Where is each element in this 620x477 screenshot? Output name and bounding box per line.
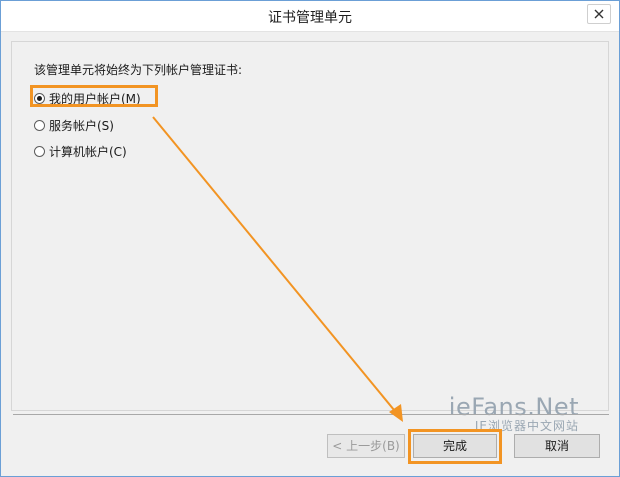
certificate-snapin-dialog: 证书管理单元 该管理单元将始终为下列帐户管理证书: 我的用户帐户(M) 服务帐户… bbox=[0, 0, 620, 477]
annotation-arrow bbox=[152, 116, 403, 422]
annotation-arrow-line bbox=[152, 116, 400, 417]
